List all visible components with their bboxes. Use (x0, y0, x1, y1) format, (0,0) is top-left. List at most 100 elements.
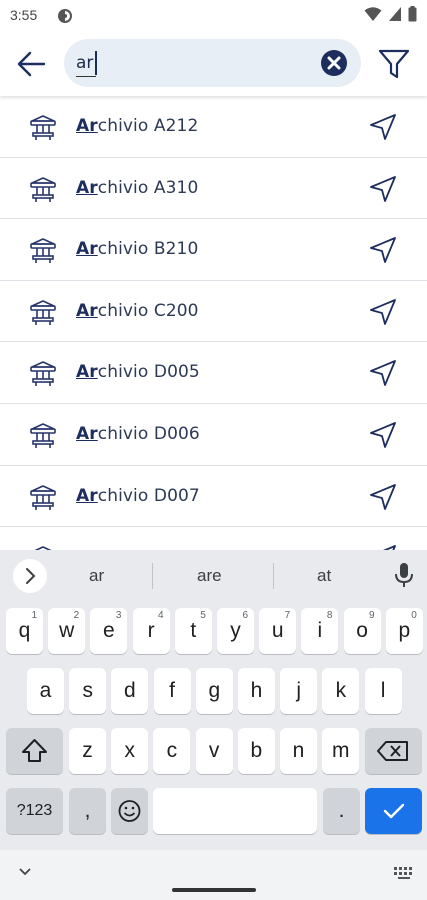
shift-key[interactable] (6, 728, 63, 774)
result-row[interactable]: Archivio D006 (0, 404, 427, 466)
result-row[interactable]: Archivio D007 (0, 466, 427, 528)
result-row[interactable]: Archivio B210 (0, 219, 427, 281)
navigate-icon (369, 298, 397, 330)
back-button[interactable] (14, 46, 50, 82)
result-name: Archivio A212 (76, 116, 198, 136)
key-y[interactable]: y6 (217, 608, 254, 654)
key-q[interactable]: q1 (6, 608, 43, 654)
key-s[interactable]: s (69, 668, 107, 714)
key-n[interactable]: n (280, 728, 317, 774)
status-bar: 3:55 (0, 0, 427, 32)
key-label: t (190, 619, 197, 642)
building-icon (28, 235, 58, 265)
key-label: , (84, 799, 91, 822)
result-row[interactable]: Archivio D005 (0, 342, 427, 404)
key-g[interactable]: g (195, 668, 233, 714)
key-b[interactable]: b (237, 728, 275, 774)
navigate-button[interactable] (369, 483, 397, 511)
search-input[interactable] (76, 51, 306, 75)
mic-button[interactable] (393, 562, 415, 592)
key-j[interactable]: j (280, 668, 318, 714)
enter-key[interactable] (365, 788, 422, 834)
navigate-button[interactable] (369, 113, 397, 141)
key-m[interactable]: m (322, 728, 360, 774)
keyboard-switch-icon[interactable] (393, 866, 415, 880)
clear-search-button[interactable] (320, 49, 348, 77)
key-label: z (82, 739, 93, 762)
result-name: Archivio D005 (76, 362, 200, 382)
building-icon (28, 112, 58, 142)
building-icon (28, 358, 58, 388)
key-label: k (335, 679, 347, 702)
symbols-key[interactable]: ?123 (6, 788, 63, 834)
key-x[interactable]: x (111, 728, 149, 774)
search-box[interactable] (64, 39, 361, 87)
key-u[interactable]: u7 (259, 608, 297, 654)
key-z[interactable]: z (69, 728, 106, 774)
result-row[interactable]: Archivio C200 (0, 281, 427, 343)
key-h[interactable]: h (238, 668, 275, 714)
backspace-key[interactable] (365, 728, 422, 774)
navigate-icon (369, 175, 397, 207)
key-label: j (296, 679, 302, 702)
navigate-button[interactable] (369, 298, 397, 326)
building-icon (28, 543, 58, 550)
key-label: y (230, 619, 241, 642)
filter-button[interactable] (376, 46, 412, 82)
navigate-button[interactable] (369, 175, 397, 203)
key-w[interactable]: w2 (48, 608, 86, 654)
emoji-key[interactable] (111, 788, 148, 834)
result-name: Archivio D007 (76, 486, 200, 506)
notification-app-icon (57, 8, 73, 28)
key-l[interactable]: l (364, 668, 402, 714)
key-label: q (18, 619, 31, 642)
key-number-hint: 5 (200, 610, 206, 621)
key-r[interactable]: r4 (132, 608, 170, 654)
key-label: d (124, 679, 136, 702)
navigate-button[interactable] (369, 359, 397, 387)
suggestion-2[interactable]: are (197, 566, 222, 586)
key-v[interactable]: v (195, 728, 233, 774)
key-t[interactable]: t5 (174, 608, 212, 654)
battery-icon (408, 6, 417, 22)
key-o[interactable]: o9 (343, 608, 381, 654)
match-highlight: Ar (76, 177, 98, 198)
suggestion-strip: ar are at (0, 550, 427, 600)
key-c[interactable]: c (153, 728, 191, 774)
space-key[interactable] (153, 788, 317, 834)
result-row[interactable]: Archivio A310 (0, 158, 427, 220)
navigate-button[interactable] (369, 236, 397, 264)
navigate-button[interactable] (369, 421, 397, 449)
result-name-rest: chivio A212 (97, 116, 199, 136)
system-nav-bar (0, 850, 427, 900)
suggestion-3[interactable]: at (317, 566, 331, 586)
hide-keyboard-icon[interactable] (17, 866, 33, 878)
key-k[interactable]: k (322, 668, 360, 714)
key-label: g (208, 679, 221, 702)
key-a[interactable]: a (27, 668, 64, 714)
composing-underline (76, 76, 96, 77)
key-i[interactable]: i8 (301, 608, 339, 654)
key-p[interactable]: p0 (385, 608, 423, 654)
comma-key[interactable]: , (69, 788, 106, 834)
result-row-partial[interactable] (0, 527, 427, 550)
key-label: ?123 (16, 802, 53, 819)
text-cursor (95, 51, 97, 75)
result-row[interactable]: Archivio A212 (0, 96, 427, 158)
key-e[interactable]: e3 (90, 608, 128, 654)
key-label: v (208, 739, 220, 762)
expand-toolbar-button[interactable] (13, 559, 47, 593)
key-f[interactable]: f (153, 668, 191, 714)
suggestion-divider (152, 563, 153, 589)
filter-icon (378, 49, 410, 79)
result-name-rest: chivio B210 (97, 239, 199, 260)
period-key[interactable]: . (323, 788, 360, 834)
match-highlight: Ar (76, 239, 98, 260)
key-label: s (82, 679, 93, 702)
building-icon (28, 482, 58, 512)
suggestion-1[interactable]: ar (89, 566, 104, 586)
key-number-hint: 9 (369, 610, 375, 621)
key-d[interactable]: d (111, 668, 149, 714)
match-highlight: Ar (76, 423, 98, 444)
home-handle[interactable] (172, 888, 256, 892)
